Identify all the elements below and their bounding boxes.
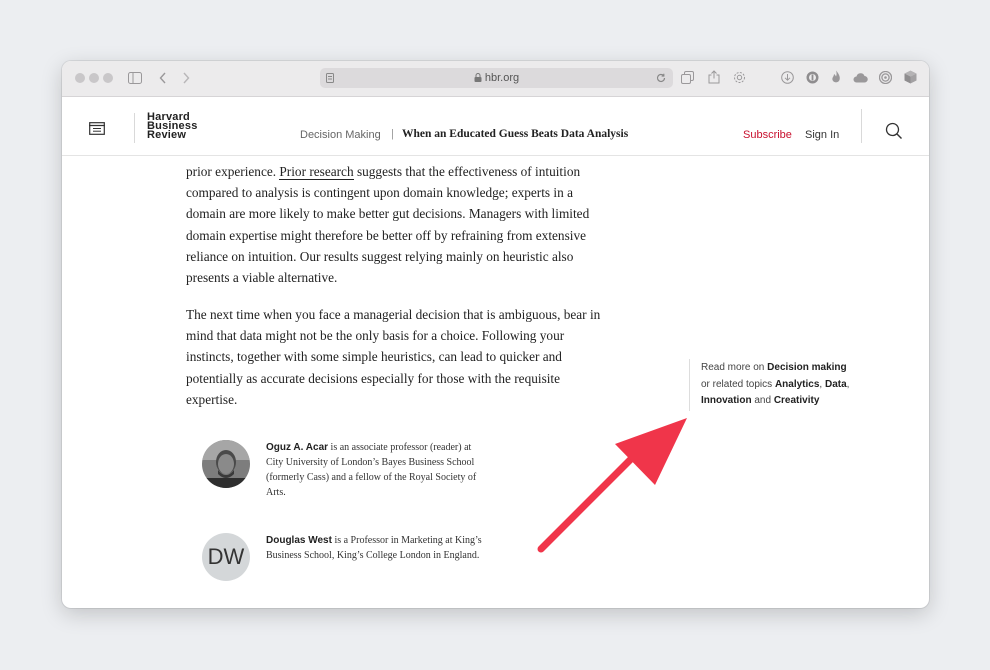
related-text: or related topics — [701, 378, 775, 390]
sidebar-rule — [689, 359, 690, 411]
spiral-icon[interactable] — [879, 71, 892, 84]
cloud-icon[interactable] — [853, 72, 868, 83]
address-bar[interactable]: hbr.org — [320, 68, 673, 88]
settings-icon[interactable] — [733, 71, 746, 84]
signin-link[interactable]: Sign In — [805, 129, 839, 141]
author-name: Douglas West — [266, 535, 332, 546]
author-photo — [202, 440, 250, 488]
avatar: DW — [202, 533, 250, 581]
zoom-window-button[interactable] — [103, 73, 113, 83]
topic-link-creativity[interactable]: Creativity — [774, 395, 820, 406]
logo-line-3: Review — [147, 129, 187, 141]
minimize-window-button[interactable] — [89, 73, 99, 83]
topic-separator: and — [751, 395, 774, 406]
article-paragraph: prior experience. Prior research suggest… — [186, 161, 606, 288]
author-name: Oguz A. Acar — [266, 442, 329, 453]
hbr-logo[interactable]: Harvard Business Review — [147, 112, 198, 141]
browser-toolbar: hbr.org — [62, 61, 929, 97]
article-paragraph: The next time when you face a managerial… — [186, 307, 601, 407]
site-header: Harvard Business Review Decision Making … — [62, 97, 929, 156]
related-topics: Read more on Decision making or related … — [701, 360, 871, 410]
topic-separator: , — [846, 378, 850, 390]
topic-link-innovation[interactable]: Innovation — [701, 395, 752, 406]
browser-window: hbr.org Harvard Business Review Decision… — [62, 61, 929, 608]
share-icon[interactable] — [708, 70, 720, 84]
breadcrumb-section-link[interactable]: Decision Making — [300, 129, 381, 141]
cube-icon[interactable] — [904, 70, 917, 84]
header-divider-right — [861, 109, 862, 143]
back-icon[interactable] — [159, 72, 167, 84]
author-bio: Douglas West is a Professor in Marketing… — [266, 533, 491, 563]
prior-research-link[interactable]: Prior research — [279, 164, 354, 180]
avatar — [202, 440, 250, 488]
download-icon[interactable] — [781, 71, 794, 84]
reload-icon[interactable] — [656, 73, 666, 83]
header-divider — [134, 113, 135, 143]
related-text: Read more on — [701, 362, 768, 373]
flame-icon[interactable] — [831, 70, 841, 84]
lock-icon — [474, 73, 482, 82]
topic-link-decision-making[interactable]: Decision making — [767, 362, 846, 373]
paragraph-text: prior experience. — [186, 164, 280, 179]
url-label: hbr.org — [484, 72, 520, 84]
sidebar-toggle-icon[interactable] — [128, 72, 142, 84]
close-window-button[interactable] — [75, 73, 85, 83]
tab-overview-icon[interactable] — [681, 71, 694, 84]
paragraph-text: suggests that the effectiveness of intui… — [186, 164, 590, 286]
extension-icon[interactable] — [806, 71, 819, 84]
url-text: hbr.org — [320, 68, 673, 88]
topic-link-data[interactable]: Data — [825, 379, 847, 390]
breadcrumb-separator: | — [391, 128, 394, 140]
subscribe-link[interactable]: Subscribe — [743, 129, 792, 141]
article-title: When an Educated Guess Beats Data Analys… — [402, 128, 629, 140]
search-icon[interactable] — [885, 122, 903, 140]
forward-icon[interactable] — [182, 72, 190, 84]
topic-link-analytics[interactable]: Analytics — [775, 379, 819, 390]
author-bio: Oguz A. Acar is an associate professor (… — [266, 440, 491, 500]
menu-icon[interactable] — [89, 122, 105, 135]
